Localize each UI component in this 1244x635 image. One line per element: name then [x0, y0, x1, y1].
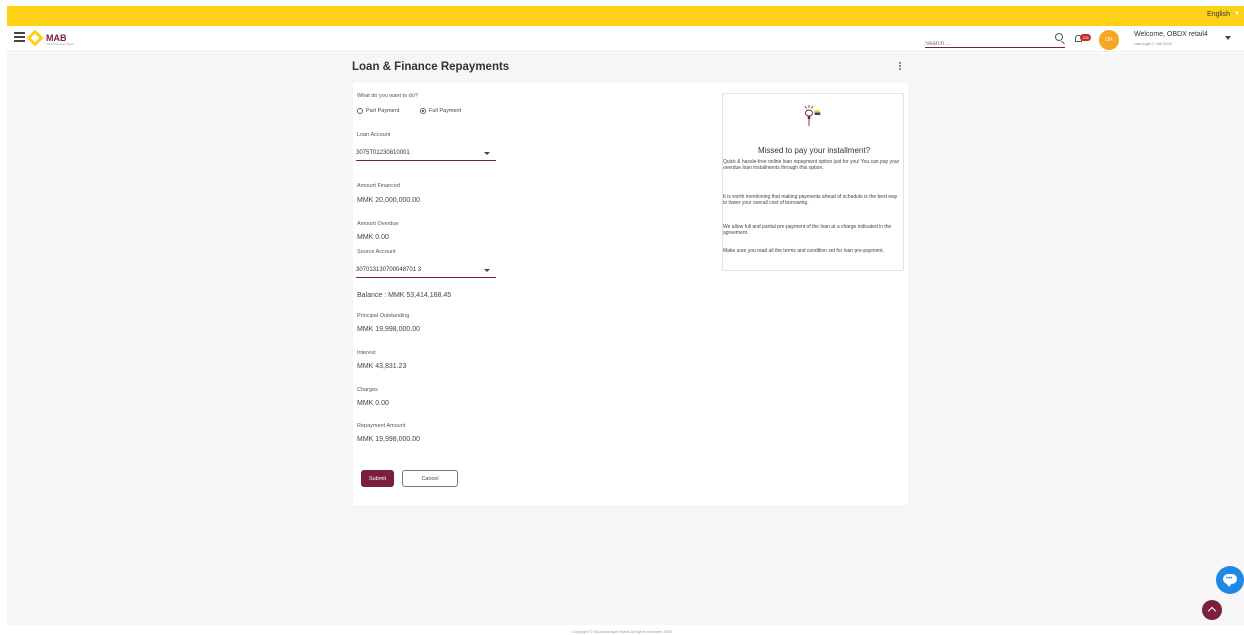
question-label: What do you want to do?: [357, 93, 418, 99]
chevron-down-icon: [484, 269, 490, 272]
search-input[interactable]: [925, 41, 1035, 47]
interest-value: MMK 43,831.23: [357, 363, 407, 370]
submit-button[interactable]: Submit: [361, 470, 394, 487]
amount-financed-value: MMK 20,000,000.00: [357, 197, 421, 204]
interest-label: Interest: [357, 350, 376, 356]
info-paragraph-4: Make sure you read all the terms and con…: [723, 248, 884, 254]
principal-label: Principal Outstanding: [357, 313, 410, 319]
loan-account-value: 3075T01230810001: [356, 150, 410, 156]
info-title: Missed to pay your installment?: [757, 146, 871, 155]
footer-copyright: Copyright © Myanma Apex Bank All rights …: [571, 629, 673, 634]
balance-text: Balance : MMK 53,414,168.45: [357, 292, 452, 299]
page-title: Loan & Finance Repayments: [352, 61, 510, 73]
language-selector[interactable]: English: [1207, 11, 1230, 18]
hamburger-icon[interactable]: [14, 32, 25, 42]
welcome-text[interactable]: Welcome, OBDX retail4: [1134, 31, 1208, 38]
top-utility-bar: English ▼: [7, 6, 1244, 26]
loan-account-select[interactable]: 3075T01230810001: [356, 147, 496, 161]
avatar[interactable]: OR: [1099, 30, 1119, 50]
chevron-down-icon[interactable]: [1225, 36, 1231, 40]
brand-tagline: Myanma Apex Bank: [47, 42, 74, 46]
full-payment-radio[interactable]: [420, 108, 426, 114]
repayment-amount-value: MMK 19,998,000.00: [357, 436, 421, 443]
lightbulb-icon: [804, 105, 821, 126]
loan-account-label: Loan Account: [357, 132, 391, 138]
source-account-select[interactable]: 307013130700048701 3: [356, 264, 496, 278]
cancel-button[interactable]: Cancel: [402, 470, 458, 487]
chat-icon[interactable]: •••: [1216, 566, 1244, 594]
source-account-value: 307013130700048701 3: [356, 267, 422, 273]
principal-value: MMK 19,998,000.00: [357, 326, 421, 333]
amount-financed-label: Amount Financed: [357, 183, 401, 189]
info-paragraph-2: It is worth mentioning that making payme…: [723, 194, 898, 207]
amount-overdue-value: MMK 0.00: [357, 234, 389, 241]
chat-dots-icon: •••: [1226, 576, 1233, 582]
charges-label: Charges: [357, 387, 378, 393]
search-box: [925, 32, 1065, 48]
app-header: MAB Myanma Apex Bank 126 OR Welcome, OBD…: [7, 26, 1244, 52]
notification-badge[interactable]: 126: [1080, 34, 1091, 41]
charges-value: MMK 0.00: [357, 400, 389, 407]
kebab-icon[interactable]: [899, 62, 901, 70]
part-payment-label[interactable]: Part Payment: [366, 108, 399, 114]
chevron-down-icon: [484, 152, 490, 155]
info-paragraph-3: We allow full and partial pre-payment of…: [723, 224, 892, 237]
repayment-amount-label: Repayment Amount: [357, 423, 406, 429]
info-paragraph-1: Quick & hassle-free online loan repaymen…: [723, 159, 900, 172]
logo-mark-icon: [26, 29, 44, 47]
last-login-text: Last login 2 Jan 2024: [1134, 41, 1173, 46]
part-payment-radio[interactable]: [357, 108, 363, 114]
chevron-down-icon[interactable]: ▼: [1234, 11, 1240, 17]
source-account-label: Source Account: [357, 249, 396, 255]
chevron-up-icon[interactable]: [1202, 600, 1222, 620]
amount-overdue-label: Amount Overdue: [357, 221, 399, 227]
brand-logo[interactable]: MAB Myanma Apex Bank: [26, 29, 74, 47]
search-icon[interactable]: [1055, 33, 1063, 41]
info-card: Missed to pay your installment? Quick & …: [722, 93, 904, 271]
full-payment-label[interactable]: Full Payment: [429, 108, 461, 114]
